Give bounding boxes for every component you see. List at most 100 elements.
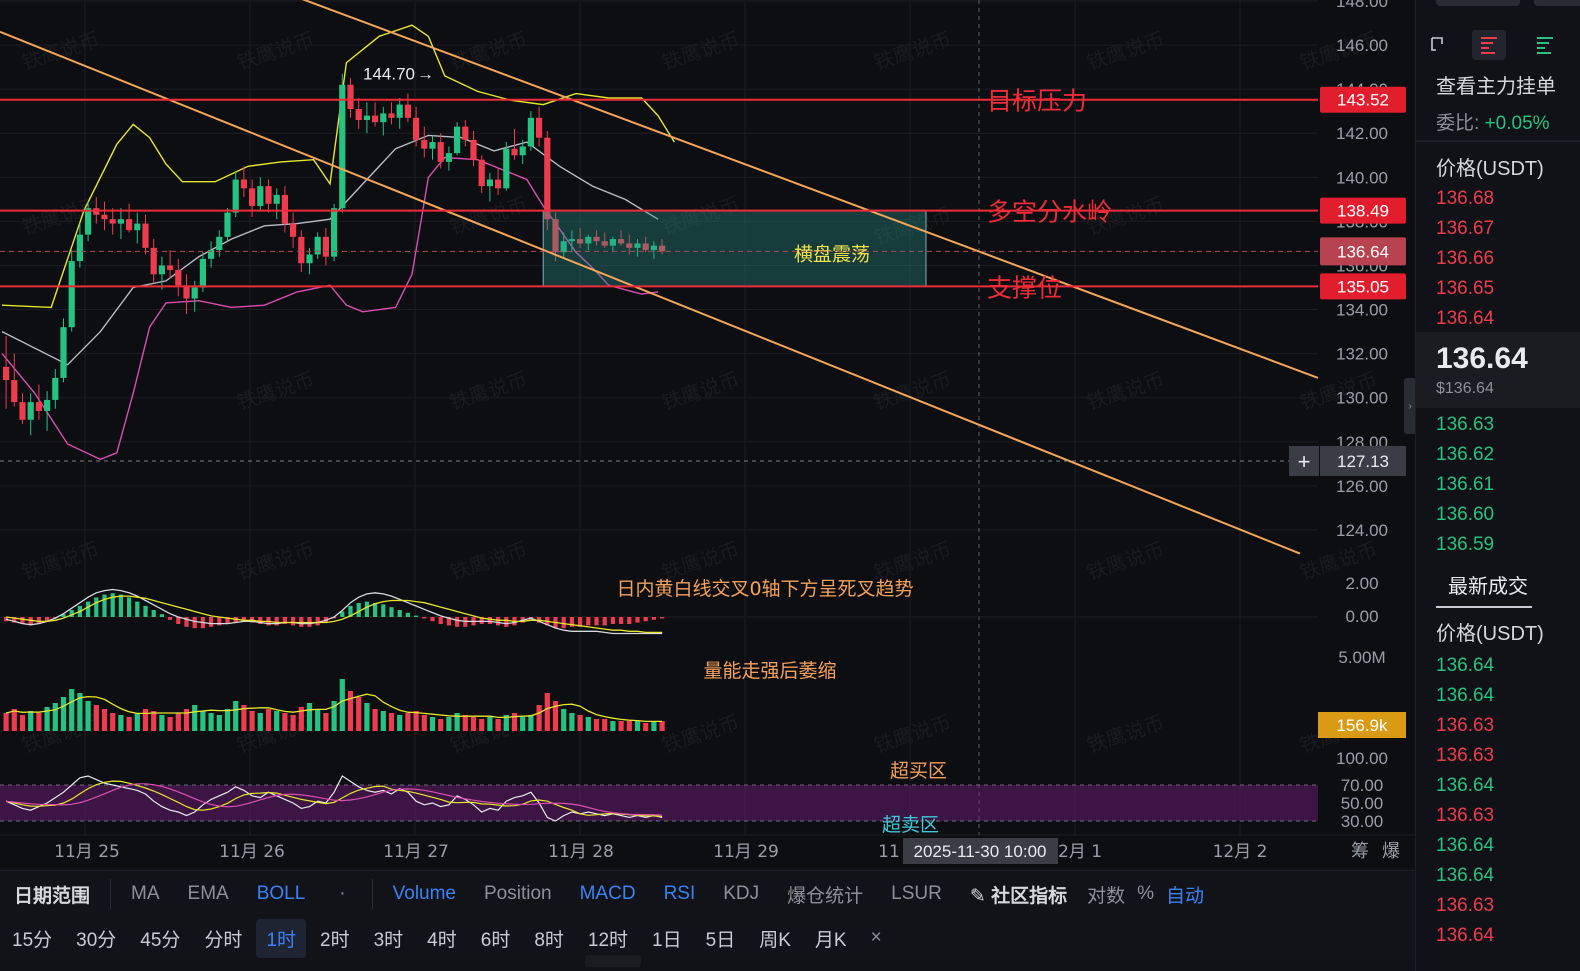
level-label: 支撑位 bbox=[987, 273, 1062, 302]
candle-body bbox=[290, 223, 297, 237]
volume-bar bbox=[282, 713, 288, 731]
candle-body bbox=[495, 179, 502, 189]
tf-12h[interactable]: 12时 bbox=[578, 919, 638, 958]
ma-button[interactable]: MA bbox=[117, 883, 174, 905]
volume-bar bbox=[618, 721, 624, 731]
log-button[interactable]: 对数 bbox=[1081, 881, 1131, 908]
macd-histogram-bar bbox=[192, 617, 197, 629]
tf-week[interactable]: 周K bbox=[749, 919, 801, 958]
candle-body bbox=[478, 159, 485, 187]
ask-price[interactable]: 136.66 bbox=[1436, 248, 1494, 270]
tf-month[interactable]: 月K bbox=[805, 919, 857, 958]
candle-body bbox=[232, 179, 239, 213]
panel-tab-top[interactable] bbox=[1436, 0, 1520, 6]
candle-body bbox=[257, 186, 264, 206]
macd-histogram-bar bbox=[660, 617, 665, 619]
volume-bar bbox=[421, 715, 427, 731]
lsur-button[interactable]: LSUR bbox=[877, 883, 956, 905]
boll-button[interactable]: BOLL bbox=[243, 883, 320, 905]
position-button[interactable]: Position bbox=[470, 883, 566, 905]
candle-body bbox=[322, 236, 329, 257]
ask-price[interactable]: 136.64 bbox=[1436, 308, 1494, 330]
trade-price[interactable]: 136.64 bbox=[1436, 835, 1494, 857]
orderbook-buy-icon[interactable] bbox=[1528, 30, 1562, 60]
price-chart[interactable]: 148.00146.00144.00142.00140.00138.00136.… bbox=[0, 0, 1415, 868]
volume-bar bbox=[142, 709, 149, 731]
tf-4h[interactable]: 4时 bbox=[417, 919, 467, 958]
candle-body bbox=[85, 208, 92, 235]
volume-bar bbox=[175, 713, 181, 731]
community-indicator-button[interactable]: ✎ 社区指标 bbox=[956, 881, 1081, 908]
trade-price[interactable]: 136.64 bbox=[1436, 685, 1494, 707]
trade-price[interactable]: 136.63 bbox=[1436, 805, 1494, 827]
time-tick-label: 2月 1 bbox=[1058, 842, 1102, 862]
volume-bar bbox=[561, 709, 567, 731]
rsi-tick-label: 30.00 bbox=[1341, 812, 1384, 831]
candle-body bbox=[380, 113, 387, 123]
macd-histogram-bar bbox=[602, 617, 607, 626]
candle-body bbox=[134, 223, 141, 231]
tf-6h[interactable]: 6时 bbox=[471, 919, 521, 958]
date-range-button[interactable]: 日期范围 bbox=[0, 881, 104, 908]
orderbook-both-icon[interactable] bbox=[1424, 30, 1458, 60]
volume-bar bbox=[585, 717, 591, 731]
tf-45m[interactable]: 45分 bbox=[130, 919, 190, 958]
chart-area[interactable]: 铁鹰说币 铁鹰说币 铁鹰说币 铁鹰说币 铁鹰说币 铁鹰说币 铁鹰说币 铁鹰说币 铁鹰说币 铁鹰说币… bbox=[0, 0, 1580, 920]
tf-30m[interactable]: 30分 bbox=[66, 919, 126, 958]
trade-price[interactable]: 136.64 bbox=[1436, 865, 1494, 887]
auto-button[interactable]: 自动 bbox=[1160, 881, 1210, 908]
liquidation-button[interactable]: 爆仓统计 bbox=[773, 881, 877, 908]
volume-bar bbox=[118, 715, 124, 731]
rsi-button[interactable]: RSI bbox=[650, 883, 710, 905]
trade-price[interactable]: 136.63 bbox=[1436, 895, 1494, 917]
macd-histogram-bar bbox=[438, 617, 443, 624]
bid-price[interactable]: 136.63 bbox=[1436, 414, 1494, 436]
tf-2h[interactable]: 2时 bbox=[310, 919, 360, 958]
close-icon[interactable]: × bbox=[861, 921, 892, 955]
kdj-button[interactable]: KDJ bbox=[709, 883, 773, 905]
volume-bar bbox=[19, 715, 26, 731]
tf-1d[interactable]: 1日 bbox=[642, 919, 692, 958]
trade-price[interactable]: 136.64 bbox=[1436, 925, 1494, 947]
level-price-label: 143.52 bbox=[1337, 91, 1389, 110]
tf-5d[interactable]: 5日 bbox=[696, 919, 746, 958]
trade-price[interactable]: 136.63 bbox=[1436, 715, 1494, 737]
tf-tick[interactable]: 分时 bbox=[194, 919, 252, 958]
tf-3h[interactable]: 3时 bbox=[364, 919, 414, 958]
bid-price[interactable]: 136.59 bbox=[1436, 534, 1494, 556]
chips-toggle: 筹 bbox=[1351, 841, 1369, 862]
trade-price[interactable]: 136.64 bbox=[1436, 775, 1494, 797]
bid-price[interactable]: 136.61 bbox=[1436, 474, 1494, 496]
tf-8h[interactable]: 8时 bbox=[524, 919, 574, 958]
panel-title[interactable]: 查看主力挂单 bbox=[1436, 70, 1556, 99]
volume-button[interactable]: Volume bbox=[379, 883, 470, 905]
channel-upper-line bbox=[301, 0, 1319, 379]
candle-body bbox=[454, 126, 461, 154]
bid-price[interactable]: 136.60 bbox=[1436, 504, 1494, 526]
trade-price[interactable]: 136.64 bbox=[1436, 655, 1494, 677]
trade-price[interactable]: 136.63 bbox=[1436, 745, 1494, 767]
level-price-label: 138.49 bbox=[1337, 202, 1389, 221]
orderbook-sell-icon[interactable] bbox=[1472, 30, 1506, 60]
panel-tab-top-2[interactable] bbox=[1534, 0, 1580, 6]
percent-button[interactable]: % bbox=[1131, 883, 1160, 905]
ask-price[interactable]: 136.68 bbox=[1436, 188, 1494, 210]
bid-price[interactable]: 136.62 bbox=[1436, 444, 1494, 466]
volume-bar bbox=[536, 705, 542, 731]
ask-price[interactable]: 136.67 bbox=[1436, 218, 1494, 240]
rsi-pane: 100.00 70.0050.0030.00 超买区超卖区 bbox=[0, 749, 1388, 836]
volume-bar bbox=[356, 697, 362, 731]
volume-bar bbox=[405, 713, 411, 731]
macd-histogram-bar bbox=[430, 617, 435, 622]
level-label: 多空分水岭 bbox=[987, 198, 1112, 227]
macd-button[interactable]: MACD bbox=[566, 883, 650, 905]
ask-price[interactable]: 136.65 bbox=[1436, 278, 1494, 300]
candle-body bbox=[445, 153, 452, 162]
candle-body bbox=[470, 139, 477, 160]
tf-15m[interactable]: 15分 bbox=[2, 919, 62, 958]
trades-title[interactable]: 最新成交 bbox=[1448, 570, 1528, 599]
rsi-tick-label: 50.00 bbox=[1341, 794, 1384, 813]
ema-button[interactable]: EMA bbox=[174, 883, 243, 905]
drag-handle[interactable] bbox=[585, 955, 641, 967]
tf-1h[interactable]: 1时 bbox=[256, 918, 307, 958]
